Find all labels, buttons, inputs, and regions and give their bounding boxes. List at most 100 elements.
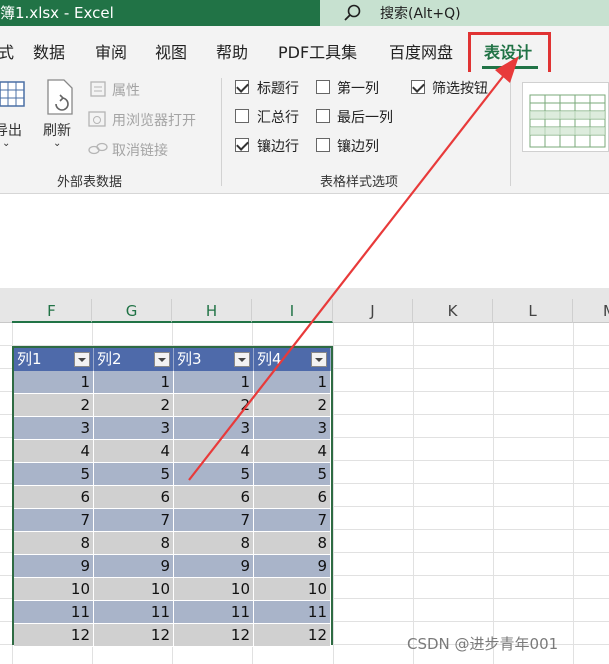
- table-cell[interactable]: 1: [14, 371, 94, 394]
- table-cell[interactable]: 10: [174, 578, 254, 601]
- table-cell[interactable]: 8: [174, 532, 254, 555]
- table-cell[interactable]: 10: [254, 578, 331, 601]
- column-header-f[interactable]: F: [12, 299, 92, 323]
- table-cell[interactable]: 10: [14, 578, 94, 601]
- table-cell[interactable]: 2: [174, 394, 254, 417]
- filter-dropdown-icon[interactable]: [154, 352, 170, 367]
- table-cell[interactable]: 12: [14, 624, 94, 647]
- table-cell[interactable]: 11: [174, 601, 254, 624]
- filter-dropdown-icon[interactable]: [234, 352, 250, 367]
- tab-pdf-tools[interactable]: PDF工具集: [278, 39, 357, 63]
- table-cell[interactable]: 7: [94, 509, 174, 532]
- table-cell[interactable]: 2: [254, 394, 331, 417]
- banded-columns-checkbox[interactable]: [316, 138, 330, 152]
- open-in-browser-button[interactable]: 用浏览器打开: [112, 110, 196, 130]
- column-header-i[interactable]: I: [252, 299, 333, 323]
- banded-columns-label: 镶边列: [337, 139, 379, 155]
- tab-view[interactable]: 视图: [155, 39, 187, 63]
- table-cell[interactable]: 6: [254, 486, 331, 509]
- table-cell[interactable]: 9: [94, 555, 174, 578]
- grid-line: [333, 323, 334, 664]
- unlink-button[interactable]: 取消链接: [112, 140, 168, 160]
- tab-data[interactable]: 数据: [33, 39, 65, 63]
- table-cell[interactable]: 2: [94, 394, 174, 417]
- table-style-gallery[interactable]: [522, 82, 609, 152]
- table-cell[interactable]: 7: [254, 509, 331, 532]
- tab-baidu-netdisk[interactable]: 百度网盘: [389, 39, 453, 63]
- table-cell[interactable]: 4: [174, 440, 254, 463]
- search-icon: [344, 4, 361, 21]
- filter-button-checkbox[interactable]: [411, 80, 425, 94]
- table-cell[interactable]: 9: [174, 555, 254, 578]
- filter-dropdown-icon[interactable]: [311, 352, 327, 367]
- first-column-checkbox[interactable]: [316, 80, 330, 94]
- excel-table[interactable]: 列1 列2 列3 列4 1111222233334444555566667777…: [12, 346, 333, 647]
- tab-formulas[interactable]: 式: [0, 39, 14, 63]
- total-row-checkbox[interactable]: [235, 109, 249, 123]
- open-in-browser-icon: [88, 111, 106, 127]
- table-header-cell[interactable]: 列2: [94, 348, 174, 371]
- table-cell[interactable]: 7: [174, 509, 254, 532]
- table-cell[interactable]: 1: [94, 371, 174, 394]
- table-cell[interactable]: 5: [254, 463, 331, 486]
- export-button[interactable]: 导出: [0, 120, 22, 140]
- table-cell[interactable]: 5: [174, 463, 254, 486]
- table-cell[interactable]: 4: [14, 440, 94, 463]
- table-cell[interactable]: 8: [94, 532, 174, 555]
- table-cell[interactable]: 3: [94, 417, 174, 440]
- table-header-cell[interactable]: 列3: [174, 348, 254, 371]
- header-row-checkbox[interactable]: [235, 80, 249, 94]
- style-options-group-label: 表格样式选项: [320, 175, 399, 190]
- table-cell[interactable]: 8: [254, 532, 331, 555]
- table-cell[interactable]: 3: [254, 417, 331, 440]
- column-header-h[interactable]: H: [172, 299, 252, 323]
- table-cell[interactable]: 8: [14, 532, 94, 555]
- ribbon-separator: [221, 78, 222, 186]
- table-cell[interactable]: 12: [94, 624, 174, 647]
- table-cell[interactable]: 5: [94, 463, 174, 486]
- table-header-cell[interactable]: 列4: [254, 348, 331, 371]
- table-cell[interactable]: 9: [14, 555, 94, 578]
- table-cell[interactable]: 9: [254, 555, 331, 578]
- table-cell[interactable]: 11: [94, 601, 174, 624]
- export-dropdown-icon[interactable]: ⌄: [2, 138, 10, 149]
- table-cell[interactable]: 1: [254, 371, 331, 394]
- refresh-dropdown-icon[interactable]: ⌄: [53, 138, 61, 149]
- table-cell[interactable]: 4: [254, 440, 331, 463]
- table-cell[interactable]: 2: [14, 394, 94, 417]
- table-cell[interactable]: 1: [174, 371, 254, 394]
- table-cell[interactable]: 6: [174, 486, 254, 509]
- table-cell[interactable]: 12: [254, 624, 331, 647]
- table-cell[interactable]: 5: [14, 463, 94, 486]
- table-cell[interactable]: 3: [174, 417, 254, 440]
- column-header-g[interactable]: G: [92, 299, 172, 323]
- tab-review[interactable]: 审阅: [95, 39, 127, 63]
- grid-line: [493, 323, 494, 664]
- tab-help[interactable]: 帮助: [216, 39, 248, 63]
- table-cell[interactable]: 4: [94, 440, 174, 463]
- properties-button[interactable]: 属性: [112, 80, 140, 100]
- title-bar: 簿1.xlsx - Excel 搜索(Alt+Q): [0, 0, 609, 26]
- table-cell[interactable]: 6: [94, 486, 174, 509]
- column-header-l[interactable]: L: [493, 299, 573, 323]
- table-cell[interactable]: 7: [14, 509, 94, 532]
- table-cell[interactable]: 12: [174, 624, 254, 647]
- table-cell[interactable]: 10: [94, 578, 174, 601]
- refresh-button[interactable]: 刷新: [43, 120, 71, 140]
- search-box[interactable]: 搜索(Alt+Q): [320, 0, 609, 26]
- banded-rows-checkbox[interactable]: [235, 138, 249, 152]
- column-header-j[interactable]: J: [333, 299, 413, 323]
- column-header-m[interactable]: M: [573, 299, 609, 323]
- filter-dropdown-icon[interactable]: [74, 352, 90, 367]
- unlink-icon: [88, 142, 108, 155]
- refresh-icon: [47, 79, 73, 115]
- last-column-checkbox[interactable]: [316, 109, 330, 123]
- table-header-label: 列3: [177, 350, 202, 368]
- table-cell[interactable]: 11: [14, 601, 94, 624]
- table-header-cell[interactable]: 列1: [14, 348, 94, 371]
- column-header-k[interactable]: K: [413, 299, 493, 323]
- table-cell[interactable]: 3: [14, 417, 94, 440]
- table-cell[interactable]: 6: [14, 486, 94, 509]
- table-cell[interactable]: 11: [254, 601, 331, 624]
- filter-button-label: 筛选按钮: [432, 81, 488, 97]
